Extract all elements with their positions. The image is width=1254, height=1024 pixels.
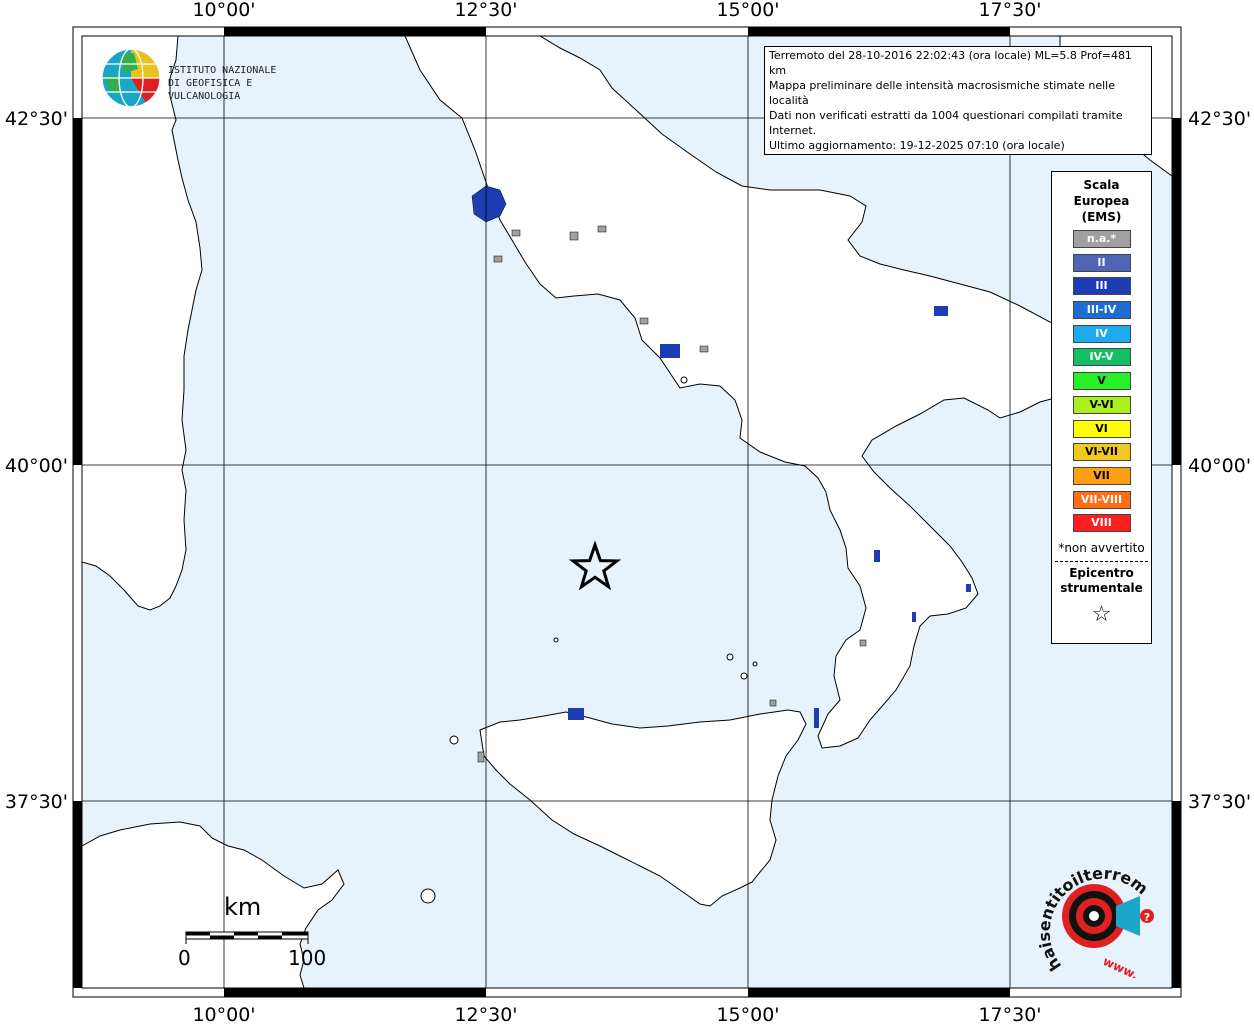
scale-unit: km — [224, 893, 262, 921]
legend-item: n.a.* — [1072, 230, 1131, 248]
legend-item: II — [1072, 253, 1131, 272]
lon-label-top: 12°30' — [454, 0, 517, 21]
felt-area-palermo — [568, 708, 584, 720]
ingv-line2: DI GEOFISICA E VULCANOLOGIA — [168, 78, 253, 102]
scale-max: 100 — [288, 946, 327, 970]
ingv-line1: ISTITUTO NAZIONALE — [168, 65, 277, 76]
island — [553, 637, 559, 643]
felt-area — [874, 550, 880, 562]
legend-separator — [1055, 561, 1148, 563]
lat-label-left: 40°00' — [5, 455, 68, 477]
lon-label-bottom: 12°30' — [454, 1004, 517, 1024]
not-felt-area — [699, 345, 709, 353]
legend-item: IV — [1072, 324, 1131, 343]
felt-area-naples — [660, 344, 680, 358]
legend-epicenter-line: strumentale — [1060, 581, 1143, 596]
legend-epicenter-line: Epicentro — [1069, 566, 1134, 581]
island — [726, 653, 734, 661]
not-felt-area — [511, 229, 521, 237]
not-felt-area — [859, 639, 867, 647]
brand-www: www. — [1101, 954, 1141, 978]
legend-item: III-IV — [1072, 301, 1131, 320]
lon-label-bottom: 17°30' — [978, 1004, 1041, 1024]
lat-label-right: 40°00' — [1188, 455, 1251, 477]
felt-area — [912, 612, 916, 622]
island — [740, 672, 748, 680]
legend-item: VIII — [1072, 514, 1131, 533]
legend-title-line: (EMS) — [1081, 210, 1122, 224]
event-info-line: Terremoto del 28-10-2016 22:02:43 (ora l… — [769, 49, 1132, 77]
legend-item: VI-VII — [1072, 443, 1131, 462]
legend-title-line: Scala — [1083, 178, 1120, 192]
felt-area-bari — [934, 306, 948, 316]
legend-item: V-VI — [1072, 395, 1131, 414]
legend-note: *non avvertito — [1058, 541, 1145, 556]
lon-label-top: 15°00' — [716, 0, 779, 21]
island — [449, 735, 459, 745]
legend-title: Scala Europea (EMS) — [1052, 177, 1151, 225]
legend-item: V — [1072, 372, 1131, 391]
event-info-line: Ultimo aggiornamento: 19-12-2025 07:10 (… — [769, 139, 1065, 152]
haisentito-logo: ? haisentitoilterremoto.it www. — [1027, 843, 1158, 982]
legend-title-line: Europea — [1073, 194, 1130, 208]
not-felt-area — [639, 317, 649, 325]
not-felt-area — [493, 255, 503, 263]
event-info-line: Mappa preliminare delle intensità macros… — [769, 79, 1115, 107]
event-info-box: Terremoto del 28-10-2016 22:02:43 (ora l… — [764, 46, 1152, 155]
legend-epicenter-label: Epicentro strumentale — [1052, 566, 1151, 596]
legend-item: IV-V — [1072, 348, 1131, 367]
legend-item: VII — [1072, 466, 1131, 485]
lon-label-bottom: 10°00' — [192, 1004, 255, 1024]
not-felt-area — [477, 751, 485, 763]
lat-label-left: 42°30' — [5, 108, 68, 130]
legend-star-icon: ☆ — [1091, 602, 1112, 628]
ems-legend: Scala Europea (EMS) n.a.* II III III-IV IV IV… — [1051, 171, 1152, 644]
scale-min: 0 — [178, 946, 191, 970]
globe-icon — [101, 48, 161, 108]
brand-question: ? — [1144, 911, 1150, 924]
lat-label-left: 37°30' — [5, 791, 68, 813]
island — [752, 661, 758, 667]
lon-label-top: 10°00' — [192, 0, 255, 21]
not-felt-area — [769, 699, 777, 707]
not-felt-area — [569, 231, 579, 241]
felt-area — [814, 708, 819, 728]
legend-item: III — [1072, 277, 1131, 296]
lon-label-top: 17°30' — [978, 0, 1041, 21]
legend-items: n.a.* II III III-IV IV IV-V V V-VI VI VI-VII VII VI… — [1052, 230, 1151, 533]
felt-area — [966, 584, 971, 592]
ingv-logo: ISTITUTO NAZIONALE DI GEOFISICA E VULCAN… — [100, 47, 320, 108]
lon-label-bottom: 15°00' — [716, 1004, 779, 1024]
legend-item: VI — [1072, 419, 1131, 438]
not-felt-area — [597, 225, 607, 233]
lat-label-right: 37°30' — [1188, 791, 1251, 813]
legend-item: VII-VIII — [1072, 490, 1131, 509]
island — [680, 376, 688, 384]
island — [420, 888, 436, 904]
event-info-line: Dati non verificati estratti da 1004 que… — [769, 109, 1123, 137]
lat-label-right: 42°30' — [1188, 108, 1251, 130]
